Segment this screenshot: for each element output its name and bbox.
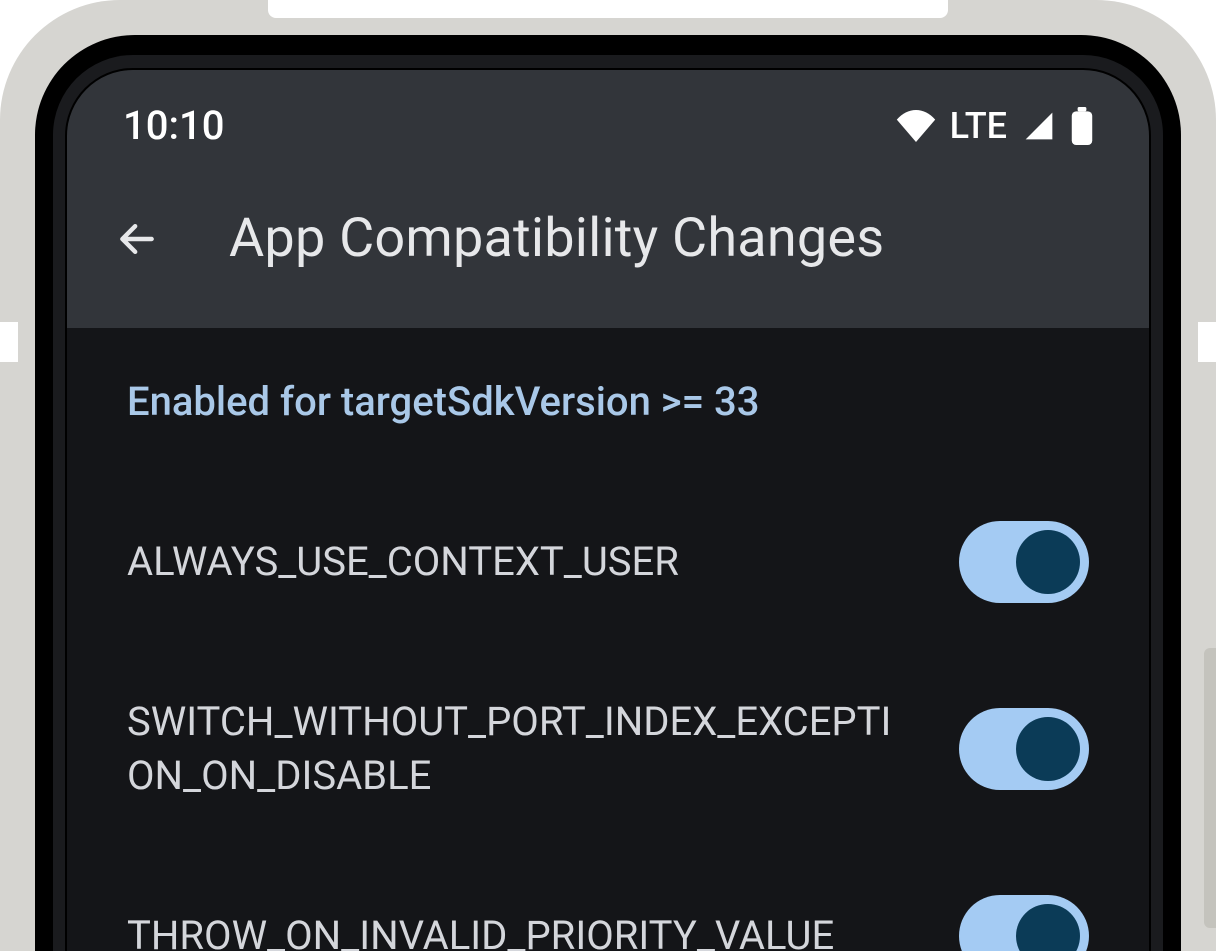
- setting-row[interactable]: THROW_ON_INVALID_PRIORITY_VALUE: [127, 855, 1089, 951]
- topbar-area: 10:10 LTE App C: [67, 70, 1149, 328]
- statusbar: 10:10 LTE: [67, 70, 1149, 159]
- section-header: Enabled for targetSdkVersion >= 33: [127, 378, 1089, 425]
- status-time: 10:10: [123, 102, 224, 149]
- toggle-switch[interactable]: [959, 895, 1089, 951]
- setting-label: ALWAYS_USE_CONTEXT_USER: [127, 535, 679, 589]
- phone-body-notch: [268, 0, 948, 18]
- setting-row[interactable]: SWITCH_WITHOUT_PORT_INDEX_EXCEPTION_ON_D…: [127, 655, 1089, 855]
- setting-label: THROW_ON_INVALID_PRIORITY_VALUE: [127, 909, 834, 951]
- phone-side-button: [1204, 648, 1216, 928]
- screen: 10:10 LTE App C: [67, 70, 1149, 951]
- appbar: App Compatibility Changes: [67, 159, 1149, 328]
- cell-signal-icon: [1021, 110, 1057, 142]
- toggle-switch[interactable]: [959, 521, 1089, 603]
- battery-icon: [1071, 107, 1093, 145]
- setting-row[interactable]: ALWAYS_USE_CONTEXT_USER: [127, 481, 1089, 655]
- back-button[interactable]: [115, 217, 159, 261]
- content-area: Enabled for targetSdkVersion >= 33 ALWAY…: [67, 328, 1149, 951]
- status-right: LTE: [896, 105, 1093, 147]
- page-title: App Compatibility Changes: [229, 207, 884, 270]
- toggle-switch[interactable]: [959, 708, 1089, 790]
- phone-body-side-tab: [0, 322, 18, 362]
- network-label: LTE: [950, 105, 1007, 147]
- wifi-icon: [896, 110, 936, 142]
- phone-body-side-tab: [1198, 322, 1216, 362]
- setting-label: SWITCH_WITHOUT_PORT_INDEX_EXCEPTION_ON_D…: [127, 695, 907, 803]
